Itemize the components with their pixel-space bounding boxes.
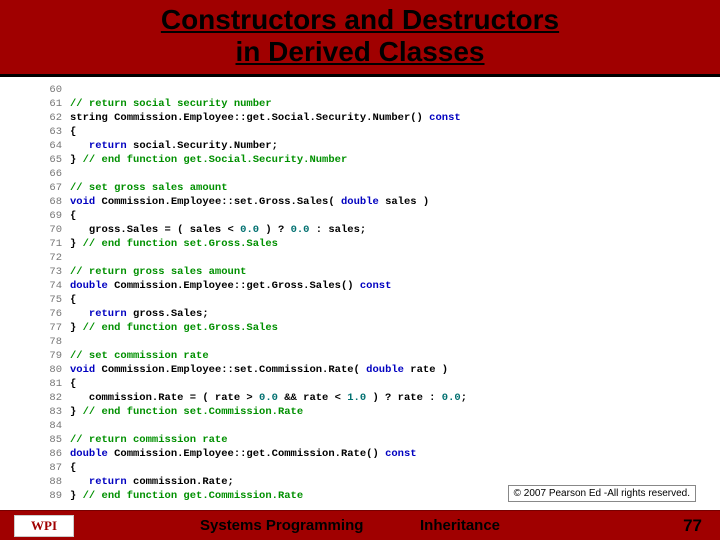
code-line: 63 { <box>40 125 720 139</box>
line-number: 83 <box>40 405 62 419</box>
code-line: 81 { <box>40 377 720 391</box>
line-content: return social.Security.Number; <box>70 139 278 153</box>
line-content: void Commission.Employee::set.Commission… <box>70 363 448 377</box>
wpi-logo: WPI <box>14 515 74 537</box>
code-line: 62 string Commission.Employee::get.Social… <box>40 111 720 125</box>
line-number: 76 <box>40 307 62 321</box>
line-content: gross.Sales = ( sales < 0.0 ) ? 0.0 : sa… <box>70 223 366 237</box>
code-line: 87 { <box>40 461 720 475</box>
code-line: 86 double Commission.Employee::get.Commis… <box>40 447 720 461</box>
line-content: { <box>70 209 76 223</box>
code-line: 61 // return social security number <box>40 97 720 111</box>
line-number: 62 <box>40 111 62 125</box>
line-number: 67 <box>40 181 62 195</box>
line-content: } // end function get.Commission.Rate <box>70 489 303 503</box>
line-content: } // end function set.Commission.Rate <box>70 405 303 419</box>
line-number: 73 <box>40 265 62 279</box>
line-number: 75 <box>40 293 62 307</box>
code-line: 67 // set gross sales amount <box>40 181 720 195</box>
line-content: { <box>70 461 76 475</box>
line-content: string Commission.Employee::get.Social.S… <box>70 111 461 125</box>
code-line: 65 } // end function get.Social.Security.… <box>40 153 720 167</box>
footer-topic: Inheritance <box>420 517 500 534</box>
line-number: 87 <box>40 461 62 475</box>
line-number: 69 <box>40 209 62 223</box>
code-line: 60 <box>40 83 720 97</box>
code-line: 84 <box>40 419 720 433</box>
line-number: 68 <box>40 195 62 209</box>
line-content: void Commission.Employee::set.Gross.Sale… <box>70 195 429 209</box>
line-content: commission.Rate = ( rate > 0.0 && rate <… <box>70 391 467 405</box>
code-line: 82 commission.Rate = ( rate > 0.0 && rat… <box>40 391 720 405</box>
title-line1: Constructors and Destructors <box>161 4 559 35</box>
line-number: 74 <box>40 279 62 293</box>
line-content: { <box>70 377 76 391</box>
line-number: 72 <box>40 251 62 265</box>
line-number: 89 <box>40 489 62 503</box>
slide-title: Constructors and Destructors in Derived … <box>0 4 720 68</box>
line-number: 82 <box>40 391 62 405</box>
code-line: 66 <box>40 167 720 181</box>
line-content: } // end function set.Gross.Sales <box>70 237 278 251</box>
line-content: return commission.Rate; <box>70 475 234 489</box>
line-number: 70 <box>40 223 62 237</box>
line-content: } // end function get.Gross.Sales <box>70 321 278 335</box>
code-line: 73 // return gross sales amount <box>40 265 720 279</box>
code-line: 77 } // end function get.Gross.Sales <box>40 321 720 335</box>
code-line: 71 } // end function set.Gross.Sales <box>40 237 720 251</box>
line-number: 84 <box>40 419 62 433</box>
line-number: 60 <box>40 83 62 97</box>
slide-header: Constructors and Destructors in Derived … <box>0 0 720 77</box>
footer-course: Systems Programming <box>200 517 363 534</box>
code-line: 68 void Commission.Employee::set.Gross.Sa… <box>40 195 720 209</box>
code-line: 69 { <box>40 209 720 223</box>
footer-page: 77 <box>683 516 702 536</box>
copyright-notice: © 2007 Pearson Ed -All rights reserved. <box>508 485 696 502</box>
line-number: 78 <box>40 335 62 349</box>
code-line: 75 { <box>40 293 720 307</box>
line-number: 64 <box>40 139 62 153</box>
line-content: // return commission rate <box>70 433 228 447</box>
code-line: 72 <box>40 251 720 265</box>
line-number: 63 <box>40 125 62 139</box>
line-content: { <box>70 125 76 139</box>
line-number: 66 <box>40 167 62 181</box>
line-content: return gross.Sales; <box>70 307 209 321</box>
line-content: // return social security number <box>70 97 272 111</box>
line-number: 61 <box>40 97 62 111</box>
code-line: 79 // set commission rate <box>40 349 720 363</box>
line-content: } // end function get.Social.Security.Nu… <box>70 153 347 167</box>
line-content: double Commission.Employee::get.Commissi… <box>70 447 417 461</box>
code-line: 74 double Commission.Employee::get.Gross.… <box>40 279 720 293</box>
code-line: 85 // return commission rate <box>40 433 720 447</box>
line-number: 86 <box>40 447 62 461</box>
line-number: 71 <box>40 237 62 251</box>
title-line2: in Derived Classes <box>235 36 484 67</box>
code-listing: 6061 // return social security number 62 st… <box>0 77 720 503</box>
code-line: 78 <box>40 335 720 349</box>
code-line: 80 void Commission.Employee::set.Commissi… <box>40 363 720 377</box>
line-number: 81 <box>40 377 62 391</box>
line-content: // set gross sales amount <box>70 181 228 195</box>
line-number: 80 <box>40 363 62 377</box>
line-content: // return gross sales amount <box>70 265 246 279</box>
line-content: double Commission.Employee::get.Gross.Sa… <box>70 279 391 293</box>
line-content: { <box>70 293 76 307</box>
code-line: 70 gross.Sales = ( sales < 0.0 ) ? 0.0 :… <box>40 223 720 237</box>
line-number: 85 <box>40 433 62 447</box>
line-content: // set commission rate <box>70 349 209 363</box>
code-line: 64 return social.Security.Number; <box>40 139 720 153</box>
line-number: 77 <box>40 321 62 335</box>
code-line: 76 return gross.Sales; <box>40 307 720 321</box>
code-line: 83 } // end function set.Commission.Rate <box>40 405 720 419</box>
slide-footer: WPI Systems Programming Inheritance 77 <box>0 510 720 540</box>
line-number: 65 <box>40 153 62 167</box>
line-number: 88 <box>40 475 62 489</box>
line-number: 79 <box>40 349 62 363</box>
